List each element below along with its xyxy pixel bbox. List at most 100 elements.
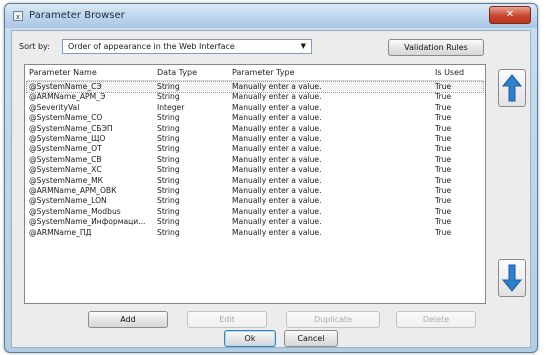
cell-parameter-name: @ARMName_АРМ_ОВК (29, 186, 117, 195)
cell-parameter-type: Manually enter a value. (232, 144, 322, 154)
table-row[interactable]: @SystemName_СВ String Manually enter a val… (27, 155, 483, 165)
cell-is-used: True (435, 123, 452, 133)
cell-data-type: String (157, 217, 180, 227)
cell-parameter-type: Manually enter a value. (232, 175, 322, 185)
cell-is-used: True (435, 175, 452, 185)
sort-by-value: Order of appearance in the Web Interface (68, 42, 235, 51)
arrow-down-icon (502, 264, 522, 292)
cell-parameter-name: @SystemName_LON (29, 196, 107, 206)
cell-parameter-type: Manually enter a value. (232, 82, 322, 91)
cell-data-type: String (157, 196, 180, 206)
cell-is-used: True (435, 144, 452, 154)
validation-rules-button[interactable]: Validation Rules (388, 39, 484, 56)
cell-data-type: String (157, 175, 180, 185)
cell-data-type: String (157, 113, 180, 123)
cell-parameter-type: Manually enter a value. (232, 227, 322, 237)
cell-is-used: True (435, 154, 452, 164)
cell-is-used: True (435, 102, 452, 112)
cell-data-type: String (157, 123, 180, 133)
table-row[interactable]: @SystemName_LON String Manually enter a va… (27, 196, 483, 206)
table-row[interactable]: @SystemName_Информаци... String Manually e… (27, 217, 483, 227)
cell-is-used: True (435, 165, 452, 175)
cell-parameter-name: @SystemName_СЭ (29, 82, 102, 91)
cell-parameter-type: Manually enter a value. (232, 196, 322, 206)
cell-parameter-type: Manually enter a value. (232, 123, 322, 133)
column-header-data-type[interactable]: Data Type (157, 68, 231, 77)
cell-is-used: True (435, 217, 452, 227)
sort-by-select[interactable]: Order of appearance in the Web Interface… (62, 39, 312, 54)
column-header-parameter-type[interactable]: Parameter Type (232, 68, 432, 77)
cell-parameter-name: @SystemName_ХС (29, 165, 102, 175)
table-row[interactable]: @SeverityVal Integer Manually enter a valu… (27, 103, 483, 113)
delete-button[interactable]: Delete (396, 311, 476, 328)
cancel-button[interactable]: Cancel (284, 330, 338, 347)
table-row[interactable]: @SystemName_ХС String Manually enter a val… (27, 165, 483, 175)
ok-button[interactable]: Ok (224, 330, 276, 347)
cell-parameter-name: @ARMName_ПД (29, 227, 92, 237)
cell-data-type: String (157, 154, 180, 164)
table-row[interactable]: @ARMName_АРМ_Э String Manually enter a val… (27, 92, 483, 102)
cell-parameter-type: Manually enter a value. (232, 217, 322, 227)
table-row[interactable]: @ARMName_ПД String Manually enter a value.… (27, 228, 483, 238)
sort-by-label: Sort by: (19, 42, 50, 51)
parameter-browser-window: x Parameter Browser ✕ Sort by: Order of … (4, 3, 538, 353)
table-row[interactable]: @SystemName_ЩО String Manually enter a val… (27, 134, 483, 144)
title-bar: x Parameter Browser ✕ (5, 4, 537, 28)
cell-data-type: String (157, 227, 180, 237)
cell-parameter-type: Manually enter a value. (232, 206, 322, 216)
cell-is-used: True (435, 206, 452, 216)
cell-data-type: String (157, 134, 180, 143)
dialog-client-area: Sort by: Order of appearance in the Web … (11, 30, 531, 348)
cell-data-type: String (157, 186, 180, 195)
cell-parameter-type: Manually enter a value. (232, 102, 322, 112)
column-header-is-used[interactable]: Is Used (435, 68, 475, 77)
cell-parameter-name: @SystemName_Информаци... (29, 217, 146, 227)
close-button[interactable]: ✕ (489, 6, 531, 24)
add-button[interactable]: Add (88, 311, 168, 328)
cell-parameter-type: Manually enter a value. (232, 165, 322, 175)
column-header-parameter-name[interactable]: Parameter Name (29, 68, 155, 77)
parameters-table: Parameter Name Data Type Parameter Type … (24, 64, 486, 304)
table-row[interactable]: @SystemName_ОТ String Manually enter a val… (27, 144, 483, 154)
cell-parameter-type: Manually enter a value. (232, 154, 322, 164)
cell-parameter-name: @SystemName_СО (29, 113, 103, 123)
cell-data-type: String (157, 92, 180, 102)
app-icon: x (13, 11, 23, 21)
move-down-button[interactable] (498, 259, 526, 297)
cell-data-type: String (157, 165, 180, 175)
cell-data-type: String (157, 82, 180, 91)
cell-parameter-type: Manually enter a value. (232, 134, 322, 143)
cell-data-type: String (157, 144, 180, 154)
cell-parameter-name: @SystemName_ЩО (29, 134, 106, 143)
move-up-button[interactable] (498, 69, 526, 107)
cell-parameter-name: @ARMName_АРМ_Э (29, 92, 106, 102)
window-title: Parameter Browser (29, 10, 125, 21)
table-row[interactable]: @ARMName_АРМ_ОВК String Manually enter a v… (27, 186, 483, 196)
cell-parameter-type: Manually enter a value. (232, 92, 322, 102)
table-row[interactable]: @SystemName_СБЭП String Manually enter a v… (27, 124, 483, 134)
cell-data-type: Integer (157, 102, 185, 112)
cell-parameter-name: @SystemName_СБЭП (29, 123, 113, 133)
arrow-up-icon (502, 74, 522, 102)
cell-parameter-name: @SystemName_МК (29, 175, 104, 185)
cell-parameter-name: @SystemName_ОТ (29, 144, 102, 154)
duplicate-button[interactable]: Duplicate (286, 311, 380, 328)
cell-is-used: True (435, 134, 452, 143)
cell-parameter-type: Manually enter a value. (232, 113, 322, 123)
cell-parameter-name: @SystemName_СВ (29, 154, 102, 164)
cell-is-used: True (435, 113, 452, 123)
cell-is-used: True (435, 92, 452, 102)
cell-is-used: True (435, 82, 452, 91)
cell-is-used: True (435, 196, 452, 206)
cell-is-used: True (435, 186, 452, 195)
cell-parameter-name: @SeverityVal (29, 102, 80, 112)
table-row[interactable]: @SystemName_СЭ String Manually enter a val… (26, 80, 484, 94)
cell-parameter-type: Manually enter a value. (232, 186, 322, 195)
table-header: Parameter Name Data Type Parameter Type … (27, 67, 483, 81)
table-row[interactable]: @SystemName_СО String Manually enter a val… (27, 113, 483, 123)
cell-data-type: String (157, 206, 180, 216)
edit-button[interactable]: Edit (187, 311, 267, 328)
table-row[interactable]: @SystemName_МК String Manually enter a val… (27, 176, 483, 186)
chevron-down-icon[interactable]: ▼ (301, 40, 306, 53)
table-row[interactable]: @SystemName_Modbus String Manually enter a… (27, 207, 483, 217)
